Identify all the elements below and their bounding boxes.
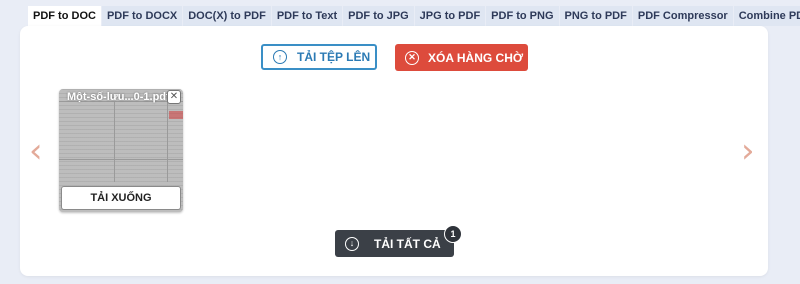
file-name: Một-số-lưu...0-1.pdf bbox=[67, 91, 170, 103]
download-all-button[interactable]: ↓ TẢI TẤT CẢ bbox=[335, 230, 454, 257]
file-download-button[interactable]: TẢI XUỐNG bbox=[61, 186, 181, 210]
tab-pdf-to-doc[interactable]: PDF to DOC bbox=[28, 6, 101, 26]
download-arrow-icon: ↓ bbox=[345, 236, 359, 251]
upload-files-button[interactable]: ↑ TẢI TỆP LÊN bbox=[261, 44, 377, 70]
tab-jpg-to-pdf[interactable]: JPG to PDF bbox=[414, 6, 486, 26]
tab-pdf-to-text[interactable]: PDF to Text bbox=[271, 6, 343, 26]
chevron-right-icon[interactable]: › bbox=[741, 134, 755, 168]
tab-pdf-to-docx[interactable]: PDF to DOCX bbox=[101, 6, 183, 26]
converter-tabs: PDF to DOC PDF to DOCX DOC(X) to PDF PDF… bbox=[28, 6, 800, 26]
close-icon[interactable]: ✕ bbox=[167, 90, 181, 104]
clear-queue-label: XÓA HÀNG CHỜ bbox=[428, 50, 524, 65]
tab-pdf-compressor[interactable]: PDF Compressor bbox=[632, 6, 733, 26]
upload-files-label: TẢI TỆP LÊN bbox=[297, 50, 371, 64]
download-count-badge: 1 bbox=[444, 225, 462, 243]
file-card: Một-số-lưu...0-1.pdf ✕ TẢI XUỐNG bbox=[59, 89, 183, 212]
upload-arrow-icon: ↑ bbox=[273, 50, 287, 64]
tab-combine-pdf[interactable]: Combine PDF bbox=[733, 6, 800, 26]
tab-pdf-to-png[interactable]: PDF to PNG bbox=[486, 6, 559, 26]
tab-doc-to-pdf[interactable]: DOC(X) to PDF bbox=[183, 6, 271, 26]
chevron-left-icon[interactable]: ‹ bbox=[29, 134, 43, 168]
clear-queue-button[interactable]: ✕ XÓA HÀNG CHỜ bbox=[395, 44, 528, 71]
tab-pdf-to-jpg[interactable]: PDF to JPG bbox=[343, 6, 414, 26]
download-all-label: TẢI TẤT CẢ bbox=[374, 236, 441, 251]
converter-panel: ↑ TẢI TỆP LÊN ✕ XÓA HÀNG CHỜ ‹ › Một-số-… bbox=[20, 26, 768, 276]
tab-png-to-pdf[interactable]: PNG to PDF bbox=[559, 6, 632, 26]
close-circle-icon: ✕ bbox=[405, 50, 419, 65]
